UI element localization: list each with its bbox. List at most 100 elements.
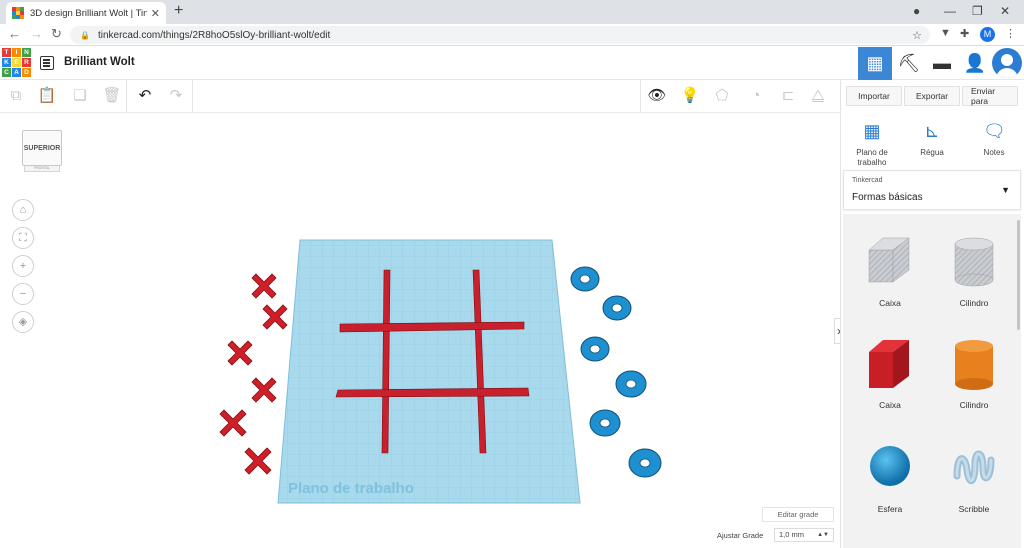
browser-menu-icon[interactable]: ⋮ [1005, 27, 1016, 40]
forward-icon[interactable]: → [30, 26, 43, 41]
close-tab-icon[interactable]: ✕ [151, 7, 160, 20]
logo-letter: E [12, 58, 21, 67]
o-pieces[interactable] [570, 266, 662, 478]
url-field[interactable]: 🔒 tinkercad.com/things/2R8hoO5slOy-brill… [70, 26, 930, 44]
extensions-puzzle-icon[interactable]: ✚ [960, 27, 969, 40]
browser-profile-avatar[interactable]: M [980, 27, 995, 42]
close-window-icon[interactable]: ✕ [1000, 4, 1010, 18]
logo-letter: I [12, 48, 21, 57]
workplane-grid [277, 239, 581, 504]
tinkercad-favicon [12, 7, 24, 19]
redo-icon[interactable]: ↷ [166, 86, 186, 106]
reload-icon[interactable]: ↻ [51, 26, 62, 42]
snap-grid-value: 1,0 mm [779, 530, 805, 539]
toolbar-divider [640, 80, 641, 113]
note-eye-icon[interactable]: 👁 [647, 86, 667, 106]
profile-menu-icon[interactable]: ● [913, 4, 920, 18]
sphere-icon [870, 446, 910, 486]
chevron-down-icon: ▼ [1001, 185, 1010, 195]
export-button[interactable]: Exportar [904, 86, 960, 106]
workplane-icon: ▦ [863, 121, 881, 141]
shape-sphere[interactable]: Esfera [855, 440, 925, 514]
browser-tab[interactable]: 3D design Brilliant Wolt | Tinkerc ✕ [6, 2, 166, 24]
shape-box[interactable]: Caixa [855, 336, 925, 410]
ruler-icon: ⊾ [924, 121, 940, 141]
add-user-button[interactable]: 👤 [958, 47, 992, 80]
toolbar-divider [126, 80, 127, 113]
maximize-icon[interactable]: ❐ [972, 4, 983, 18]
shapes-grid: Caixa Cilindro Caixa Cilindro Esfera Scr… [843, 214, 1021, 548]
notes-tool[interactable]: 🗨 Notes [966, 120, 1022, 158]
perspective-icon[interactable]: ◈ [12, 311, 34, 333]
paste-icon[interactable]: 📋 [37, 86, 57, 106]
workplane-canvas[interactable]: Plano de trabalho [0, 113, 840, 548]
cylinder-icon [955, 340, 993, 390]
logo-letter: D [22, 68, 31, 77]
lock-icon: 🔒 [80, 30, 90, 40]
library-value: Formas básicas [852, 192, 923, 203]
send-to-button[interactable]: Enviar para [962, 86, 1018, 106]
shape-library-select[interactable]: Tinkercad Formas básicas ▼ [843, 170, 1021, 210]
edit-toolbar: ⧉ 📋 ❏ 🗑 ↶ ↷ 👁 💡 ⬠ ◔ ⊏ ⧋ [0, 80, 840, 113]
shape-label: Cilindro [959, 298, 989, 308]
delete-icon[interactable]: 🗑 [102, 86, 122, 106]
shape-cylinder-hole[interactable]: Cilindro [939, 234, 1009, 308]
browser-tabbar: 3D design Brilliant Wolt | Tinkerc ✕ + ●… [0, 0, 1024, 24]
address-bar-row: ← → ↻ 🔒 tinkercad.com/things/2R8hoO5slOy… [0, 24, 1024, 46]
viewcube-top-face[interactable]: SUPERIOR [22, 130, 62, 166]
ruler-tool[interactable]: ⊾ Régua [904, 120, 960, 158]
group-icon[interactable]: ⬠ [712, 86, 732, 106]
logo-letter: R [22, 58, 31, 67]
fit-view-icon[interactable]: ⛶ [12, 227, 34, 249]
notes-tool-label: Notes [983, 148, 1005, 157]
import-button[interactable]: Importar [846, 86, 902, 106]
edit-grid-button[interactable]: Editar grade [762, 507, 834, 522]
scribble-icon [953, 450, 995, 484]
ruler-tool-label: Régua [920, 148, 944, 157]
viewcube-front-face[interactable]: FRONTAL [24, 166, 60, 172]
url-text: tinkercad.com/things/2R8hoO5slOy-brillia… [97, 29, 331, 41]
toolbar-divider [192, 80, 193, 113]
shape-box-hole[interactable]: Caixa [855, 234, 925, 308]
bricks-button[interactable]: ▬ [925, 47, 959, 80]
x-pieces[interactable] [219, 273, 288, 475]
pickaxe-button[interactable]: ⛏ [892, 47, 926, 80]
design-list-icon[interactable] [40, 56, 54, 70]
shape-label: Caixa [879, 400, 901, 410]
shape-cylinder[interactable]: Cilindro [939, 336, 1009, 410]
shape-label: Scribble [958, 504, 990, 514]
grid-view-button[interactable]: ▦ [858, 47, 892, 80]
lightbulb-icon[interactable]: 💡 [680, 86, 700, 106]
workplane-tool[interactable]: ▦ Plano de trabalho [844, 120, 900, 168]
back-icon[interactable]: ← [8, 26, 21, 41]
copy-icon[interactable]: ⧉ [6, 86, 26, 106]
logo-letter: C [2, 68, 11, 77]
undo-icon[interactable]: ↶ [135, 86, 155, 106]
tinkercad-logo[interactable]: T I N K E R C A D [2, 48, 31, 77]
chevron-up-down-icon: ▲▼ [817, 532, 829, 538]
viewcube[interactable]: SUPERIOR FRONTAL [20, 126, 64, 174]
shapes-scrollbar[interactable] [1017, 220, 1020, 330]
app-header: T I N K E R C A D Brilliant Wolt ▦ ⛏ ▬ 👤 [0, 47, 1024, 80]
ungroup-icon[interactable]: ◔ [746, 86, 766, 106]
workplane-label: Plano de trabalho [288, 480, 414, 497]
zoom-out-icon[interactable]: − [12, 283, 34, 305]
new-tab-icon[interactable]: + [174, 2, 183, 20]
shape-label: Cilindro [959, 400, 989, 410]
zoom-in-icon[interactable]: + [12, 255, 34, 277]
shape-scribble[interactable]: Scribble [939, 440, 1009, 514]
box-icon [869, 340, 909, 388]
shape-label: Caixa [879, 298, 901, 308]
snap-grid-select[interactable]: 1,0 mm ▲▼ [774, 528, 834, 542]
home-view-icon[interactable]: ⌂ [12, 199, 34, 221]
duplicate-icon[interactable]: ❏ [70, 86, 90, 106]
snap-grid-label: Ajustar Grade [717, 531, 764, 540]
user-avatar[interactable] [992, 48, 1022, 78]
mirror-icon[interactable]: ⧋ [808, 86, 828, 106]
minimize-icon[interactable]: — [944, 4, 956, 18]
bookmark-star-icon[interactable]: ☆ [912, 29, 922, 42]
align-icon[interactable]: ⊏ [778, 86, 798, 106]
extension-icon[interactable]: ▼ [940, 27, 951, 39]
box-hole-icon [868, 237, 910, 283]
project-title[interactable]: Brilliant Wolt [64, 56, 135, 68]
